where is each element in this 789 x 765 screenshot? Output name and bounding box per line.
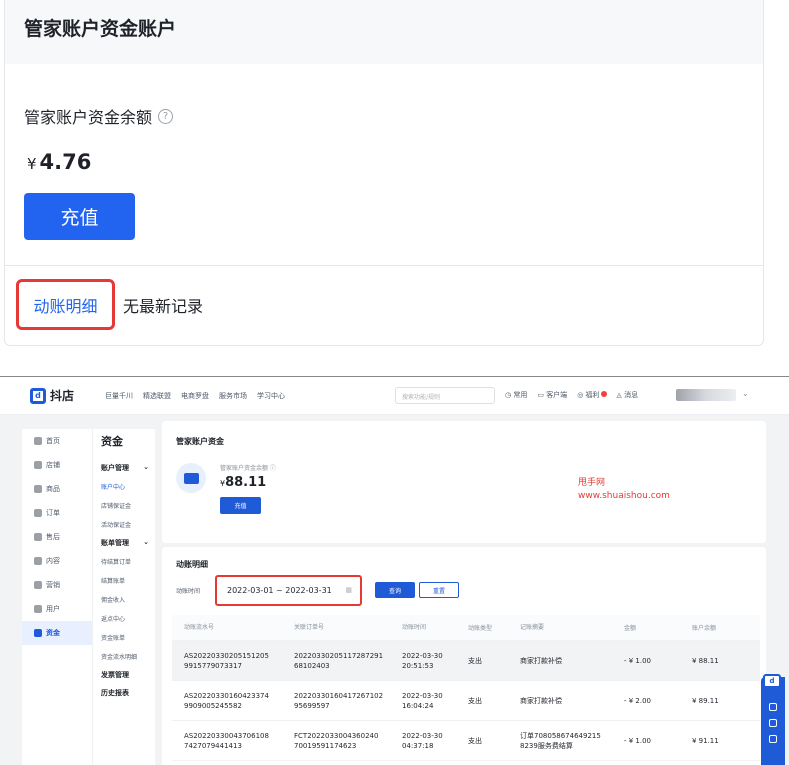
- aftersale-icon: [34, 533, 42, 541]
- wallet-icon: [176, 463, 206, 493]
- sidebar-item-marketing[interactable]: 营销: [22, 573, 92, 597]
- user-icon: [34, 605, 42, 613]
- subnav-item[interactable]: 账户中心: [93, 477, 155, 496]
- chevron-down-icon: ⌄: [143, 538, 149, 546]
- marketing-icon: [34, 581, 42, 589]
- notification-dot: [600, 391, 607, 397]
- currency-symbol: ¥: [27, 155, 37, 173]
- nav-item[interactable]: 精选联盟: [143, 391, 171, 401]
- calendar-icon: ▦: [345, 586, 352, 594]
- sidebar-item-aftersale[interactable]: 售后: [22, 525, 92, 549]
- transaction-detail-link[interactable]: 动账明细: [33, 293, 97, 317]
- balance-amount: ¥4.76: [27, 150, 91, 174]
- watermark: 甩手网 www.shuaishou.com: [578, 478, 670, 501]
- reset-button[interactable]: 重置: [419, 582, 459, 598]
- transaction-detail-card: 动账明细 动账时间 2022-03-01 ~ 2022-03-31 ▦ 查询 重…: [162, 547, 766, 765]
- sidebar-item-store[interactable]: 店铺: [22, 453, 92, 477]
- sidebar-item-home[interactable]: 首页: [22, 429, 92, 453]
- recharge-button[interactable]: 充值: [24, 193, 135, 240]
- nav-item[interactable]: 服务市场: [219, 391, 247, 401]
- no-record-text: 无最新记录: [123, 297, 204, 316]
- app-logo[interactable]: d 抖店: [30, 387, 74, 404]
- subnav-item[interactable]: 佣金收入: [93, 590, 155, 609]
- subnav-group-account[interactable]: 账户管理 ⌄: [93, 459, 155, 477]
- main-sidebar: 首页 店铺 商品 订单 售后 内容 营销 用户 资金: [22, 429, 92, 765]
- date-label: 动账时间: [176, 588, 201, 595]
- top-bar: d 抖店 巨量千川 精选联盟 电商罗盘 服务市场 学习中心 搜索功能/规则 ◷ …: [0, 377, 789, 415]
- sidebar-item-orders[interactable]: 订单: [22, 501, 92, 525]
- balance-value: 4.76: [39, 150, 92, 174]
- subnav-group-reports[interactable]: 历史报表: [93, 684, 155, 702]
- nav-item[interactable]: 巨量千川: [105, 391, 133, 401]
- sidebar-item-content[interactable]: 内容: [22, 549, 92, 573]
- logo-text: 抖店: [50, 389, 75, 403]
- subnav-item[interactable]: 活动保证金: [93, 515, 155, 534]
- top-right-tools: ◷ 常用 ▭ 客户端 ◎ 福利 ◬ 消息: [505, 390, 638, 400]
- sidebar-item-goods[interactable]: 商品: [22, 477, 92, 501]
- doudian-app-screenshot: d 抖店 巨量千川 精选联盟 电商罗盘 服务市场 学习中心 搜索功能/规则 ◷ …: [0, 376, 789, 765]
- sub-sidebar: 资金 账户管理 ⌄ 账户中心 店铺保证金 活动保证金 账单管理 ⌄ 待结算订单 结算…: [92, 429, 155, 765]
- message-tool[interactable]: ◬ 消息: [617, 390, 639, 400]
- tool-icon[interactable]: [769, 735, 777, 743]
- table-row[interactable]: AS20220330205151205 9915779073317 2022033…: [172, 641, 760, 681]
- page-title: 管家账户资金账户: [24, 18, 177, 40]
- tool-icon[interactable]: [769, 703, 777, 711]
- highlight-box: 动账明细: [16, 279, 115, 330]
- nav-item[interactable]: 电商罗盘: [181, 391, 209, 401]
- balance-label-row: 管家账户资金余额 ?: [24, 104, 174, 128]
- balance-label: 管家账户资金余额 ⓘ: [220, 465, 276, 472]
- subnav-group-invoice[interactable]: 发票管理: [93, 666, 155, 684]
- transaction-table: 动账流水号 关联订单号 动账时间 动账类型 记账摘要 金额 账户余额 AS202…: [172, 615, 760, 761]
- chevron-down-icon[interactable]: ⌄: [742, 389, 749, 398]
- search-input[interactable]: 搜索功能/规则: [395, 387, 495, 404]
- sidebar-item-funds[interactable]: 资金: [22, 621, 92, 645]
- content-icon: [34, 557, 42, 565]
- subnav-item[interactable]: 资金流水明细: [93, 647, 155, 666]
- common-tool[interactable]: ◷ 常用: [505, 390, 527, 400]
- home-icon: [34, 437, 42, 445]
- subnav-item[interactable]: 待结算订单: [93, 552, 155, 571]
- sidebar-item-users[interactable]: 用户: [22, 597, 92, 621]
- wallet-icon: [34, 629, 42, 637]
- subnav-item[interactable]: 返点中心: [93, 609, 155, 628]
- welfare-tool[interactable]: ◎ 福利: [577, 390, 607, 400]
- table-row[interactable]: AS20220330160423374 9909005245582 2022033…: [172, 681, 760, 721]
- chevron-down-icon: ⌄: [143, 463, 149, 471]
- card-title: 管家账户资金: [176, 437, 224, 446]
- divider: [5, 265, 763, 266]
- store-icon: [34, 461, 42, 469]
- logo-icon[interactable]: d: [763, 674, 781, 688]
- help-icon[interactable]: ?: [158, 108, 174, 124]
- subnav-item[interactable]: 店铺保证金: [93, 496, 155, 515]
- table-header: 动账流水号 关联订单号 动账时间 动账类型 记账摘要 金额 账户余额: [172, 615, 760, 641]
- table-row[interactable]: AS20220330043706108 7427079441413 FCT2022…: [172, 721, 760, 761]
- recharge-button[interactable]: 充值: [220, 497, 261, 514]
- card-title: 动账明细: [176, 560, 208, 569]
- goods-icon: [34, 485, 42, 493]
- subnav-item[interactable]: 结算账单: [93, 571, 155, 590]
- top-nav: 巨量千川 精选联盟 电商罗盘 服务市场 学习中心: [105, 391, 285, 401]
- balance-label: 管家账户资金余额: [24, 108, 153, 127]
- tool-icon[interactable]: [769, 719, 777, 727]
- fund-account-card: 管家账户资金账户 管家账户资金余额 ? ¥4.76 充值 动账明细 无最新记录: [4, 0, 764, 346]
- client-tool[interactable]: ▭ 客户端: [537, 390, 567, 400]
- balance-amount: ¥88.11: [220, 475, 267, 490]
- card-header: 管家账户资金账户: [5, 0, 763, 64]
- floating-toolbar: [761, 677, 785, 765]
- query-button[interactable]: 查询: [375, 582, 415, 598]
- date-range-picker[interactable]: 2022-03-01 ~ 2022-03-31 ▦: [215, 575, 362, 606]
- subnav-group-bills[interactable]: 账单管理 ⌄: [93, 534, 155, 552]
- nav-item[interactable]: 学习中心: [257, 391, 285, 401]
- subnav-title: 资金: [101, 435, 123, 448]
- avatar[interactable]: [676, 389, 736, 401]
- subnav-item[interactable]: 资金账单: [93, 628, 155, 647]
- orders-icon: [34, 509, 42, 517]
- fund-summary-card: 管家账户资金 管家账户资金余额 ⓘ ¥88.11 充值 甩手网 www.shua…: [162, 421, 766, 543]
- logo-icon: d: [30, 387, 46, 404]
